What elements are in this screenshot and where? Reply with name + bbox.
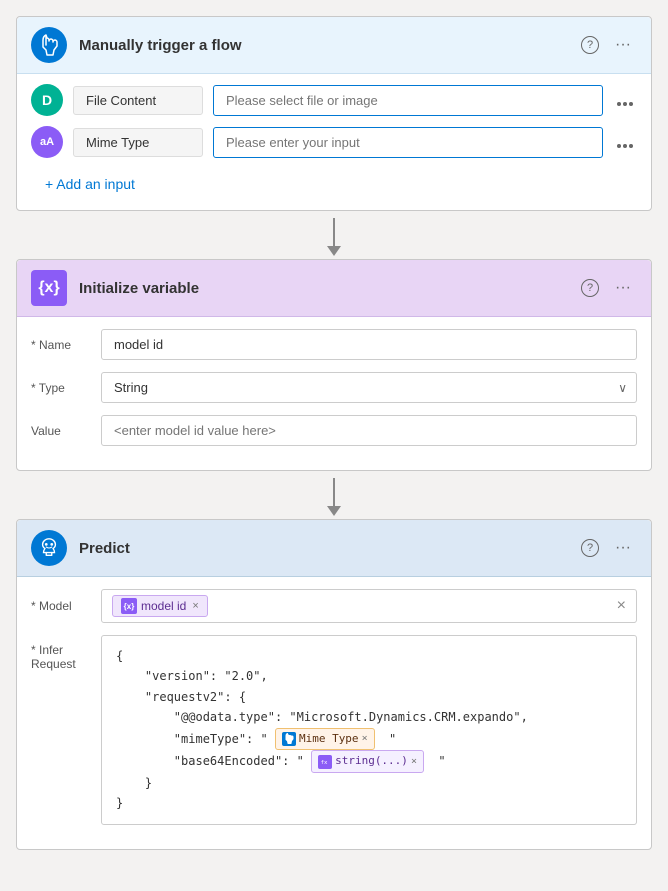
trigger-body: D File Content aA Mime Type + Add an inp… [17,74,651,210]
predict-help-icon[interactable]: ? [581,539,599,557]
func-tag-icon: fx [318,755,332,769]
type-select[interactable]: String Integer Float Boolean Array Objec… [101,372,637,403]
type-label: * Type [31,381,91,395]
trigger-card: Manually trigger a flow ? ··· D File Con… [16,16,652,211]
file-content-label: File Content [73,86,203,115]
file-content-more[interactable] [613,90,637,111]
file-content-input[interactable] [213,85,603,116]
type-select-wrapper: String Integer Float Boolean Array Objec… [101,372,637,403]
name-label: * Name [31,338,91,352]
init-actions: ? ··· [581,277,637,299]
mime-tag-label: Mime Type [299,730,359,749]
init-header: {x} Initialize variable ? ··· [17,260,651,317]
init-title: Initialize variable [79,280,581,297]
mime-tag-trigger-icon [282,732,296,746]
add-input-label: + Add an input [45,176,135,192]
predict-more-button[interactable]: ··· [609,537,637,559]
predict-title: Predict [79,540,581,557]
model-label: * Model [31,599,91,613]
code-line-8: } [116,793,622,813]
string-func-tag: fx string(...) × [311,750,424,773]
string-tag-close[interactable]: × [411,753,417,770]
type-row: * Type String Integer Float Boolean Arra… [31,372,637,403]
predict-actions: ? ··· [581,537,637,559]
mime-type-more[interactable] [613,132,637,153]
trigger-icon [31,27,67,63]
model-tag: {x} model id × [112,595,208,617]
arrow-1 [16,215,652,259]
code-line-6: "base64Encoded": " fx string(...) × " [116,750,622,773]
mime-type-tag: Mime Type × [275,728,375,751]
model-row: * Model {x} model id × × [31,589,637,623]
init-icon: {x} [31,270,67,306]
file-content-icon: D [31,84,63,116]
trigger-more-button[interactable]: ··· [609,34,637,56]
mime-type-row: aA Mime Type [31,126,637,158]
mime-type-label: Mime Type [73,128,203,157]
predict-header: Predict ? ··· [17,520,651,577]
model-tag-icon: {x} [121,598,137,614]
mime-type-input[interactable] [213,127,603,158]
infer-request-row: * Infer Request { "version": "2.0", "req… [31,635,637,825]
value-label: Value [31,424,91,438]
init-more-button[interactable]: ··· [609,277,637,299]
code-line-2: "version": "2.0", [116,666,622,686]
predict-body: * Model {x} model id × × * Infer Request… [17,577,651,849]
name-input[interactable] [101,329,637,360]
model-clear-button[interactable]: × [617,597,626,615]
init-variable-card: {x} Initialize variable ? ··· * Name * T… [16,259,652,471]
value-row: Value [31,415,637,446]
trigger-title: Manually trigger a flow [79,37,581,54]
trigger-header: Manually trigger a flow ? ··· [17,17,651,74]
code-line-5: "mimeType": " Mime Type × " [116,728,622,751]
init-body: * Name * Type String Integer Float Boole… [17,317,651,470]
name-row: * Name [31,329,637,360]
predict-icon [31,530,67,566]
infer-label: * Infer Request [31,635,91,671]
trigger-help-icon[interactable]: ? [581,36,599,54]
add-input-row[interactable]: + Add an input [31,168,637,200]
code-line-7: } [116,773,622,793]
value-input[interactable] [101,415,637,446]
model-field[interactable]: {x} model id × × [101,589,637,623]
trigger-actions: ? ··· [581,34,637,56]
init-help-icon[interactable]: ? [581,279,599,297]
mime-tag-close[interactable]: × [362,730,368,747]
file-content-row: D File Content [31,84,637,116]
mime-type-icon: aA [31,126,63,158]
code-line-3: "requestv2": { [116,687,622,707]
predict-card: Predict ? ··· * Model {x} model id × × *… [16,519,652,850]
string-tag-label: string(...) [335,752,408,771]
svg-text:fx: fx [321,759,328,765]
arrow-2 [16,475,652,519]
infer-code-area[interactable]: { "version": "2.0", "requestv2": { "@@od… [101,635,637,825]
model-tag-label: model id [141,599,186,613]
code-line-1: { [116,646,622,666]
model-tag-close[interactable]: × [192,600,198,612]
code-line-4: "@@odata.type": "Microsoft.Dynamics.CRM.… [116,707,622,727]
